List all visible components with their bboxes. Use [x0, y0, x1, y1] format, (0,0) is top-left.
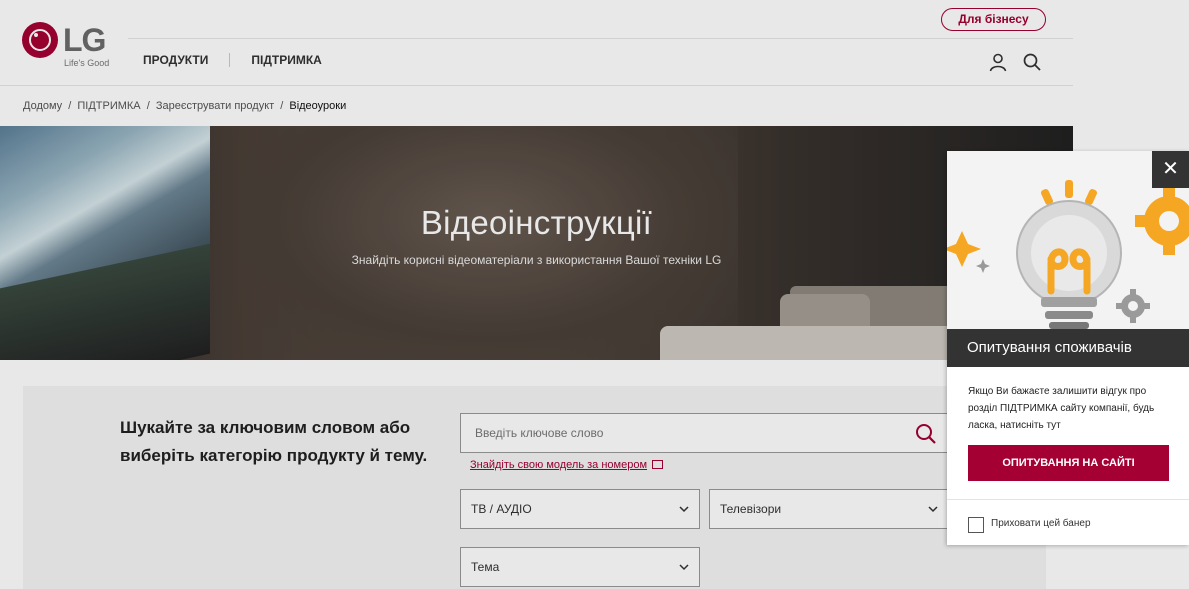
survey-title: Опитування споживачів [947, 329, 1189, 367]
popup-divider [947, 499, 1189, 500]
survey-popup: ✕ Опитування споживачів Якщо Ви бажаєте … [947, 151, 1189, 545]
survey-description: Якщо Ви бажаєте залишити відгук про розд… [968, 386, 1155, 431]
site-survey-button[interactable]: ОПИТУВАННЯ НА САЙТІ [968, 445, 1169, 481]
hide-banner-checkbox[interactable] [968, 517, 984, 533]
hide-banner-label[interactable]: Приховати цей банер [991, 518, 1091, 529]
close-icon[interactable]: ✕ [1152, 151, 1189, 188]
